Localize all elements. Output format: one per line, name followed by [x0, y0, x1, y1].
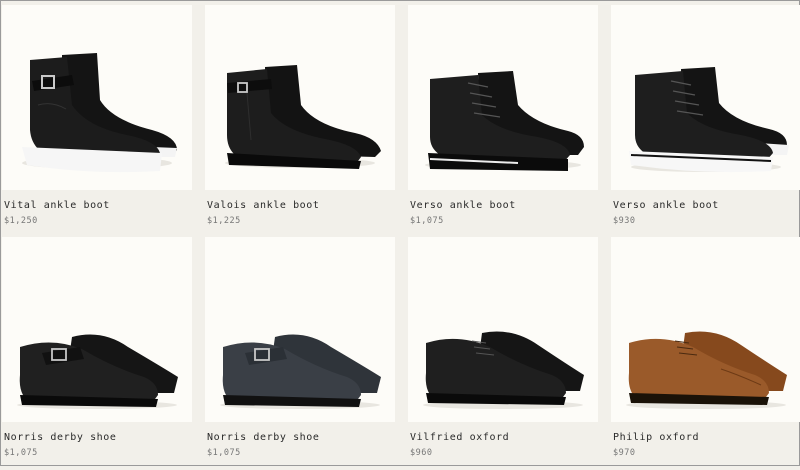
product-name[interactable]: Philip oxford [613, 432, 699, 443]
product-name[interactable]: Norris derby shoe [4, 432, 117, 443]
product-price: $1,225 [207, 216, 241, 226]
product-image-vital-ankle-boot[interactable] [2, 5, 192, 190]
product-image-norris-derby-shoe-black[interactable] [2, 237, 192, 422]
product-card[interactable]: Philip oxford $970 [611, 237, 800, 470]
product-price: $960 [410, 448, 433, 458]
product-card[interactable]: Verso ankle boot $1,075 [408, 5, 598, 238]
product-price: $930 [613, 216, 636, 226]
product-card[interactable]: Vital ankle boot $1,250 [2, 5, 192, 238]
product-price: $1,075 [207, 448, 241, 458]
product-name[interactable]: Vilfried oxford [410, 432, 509, 443]
product-name[interactable]: Verso ankle boot [410, 200, 516, 211]
product-price: $1,075 [4, 448, 38, 458]
product-card[interactable]: Verso ankle boot $930 [611, 5, 800, 238]
product-price: $1,075 [410, 216, 444, 226]
product-name[interactable]: Verso ankle boot [613, 200, 719, 211]
product-image-philip-oxford[interactable] [611, 237, 800, 422]
product-image-verso-ankle-boot-black[interactable] [408, 5, 598, 190]
product-price: $970 [613, 448, 636, 458]
product-card[interactable]: Vilfried oxford $960 [408, 237, 598, 470]
product-card[interactable]: Norris derby shoe $1,075 [2, 237, 192, 470]
product-price: $1,250 [4, 216, 38, 226]
product-name[interactable]: Valois ankle boot [207, 200, 320, 211]
product-image-norris-derby-shoe-grey[interactable] [205, 237, 395, 422]
product-card[interactable]: Norris derby shoe $1,075 [205, 237, 395, 470]
product-name[interactable]: Norris derby shoe [207, 432, 320, 443]
product-name[interactable]: Vital ankle boot [4, 200, 110, 211]
product-image-verso-ankle-boot-white-sole[interactable] [611, 5, 800, 190]
product-card[interactable]: Valois ankle boot $1,225 [205, 5, 395, 238]
product-grid: Vital ankle boot $1,250 Valois ankle boo… [1, 1, 800, 465]
product-image-valois-ankle-boot[interactable] [205, 5, 395, 190]
product-image-vilfried-oxford[interactable] [408, 237, 598, 422]
